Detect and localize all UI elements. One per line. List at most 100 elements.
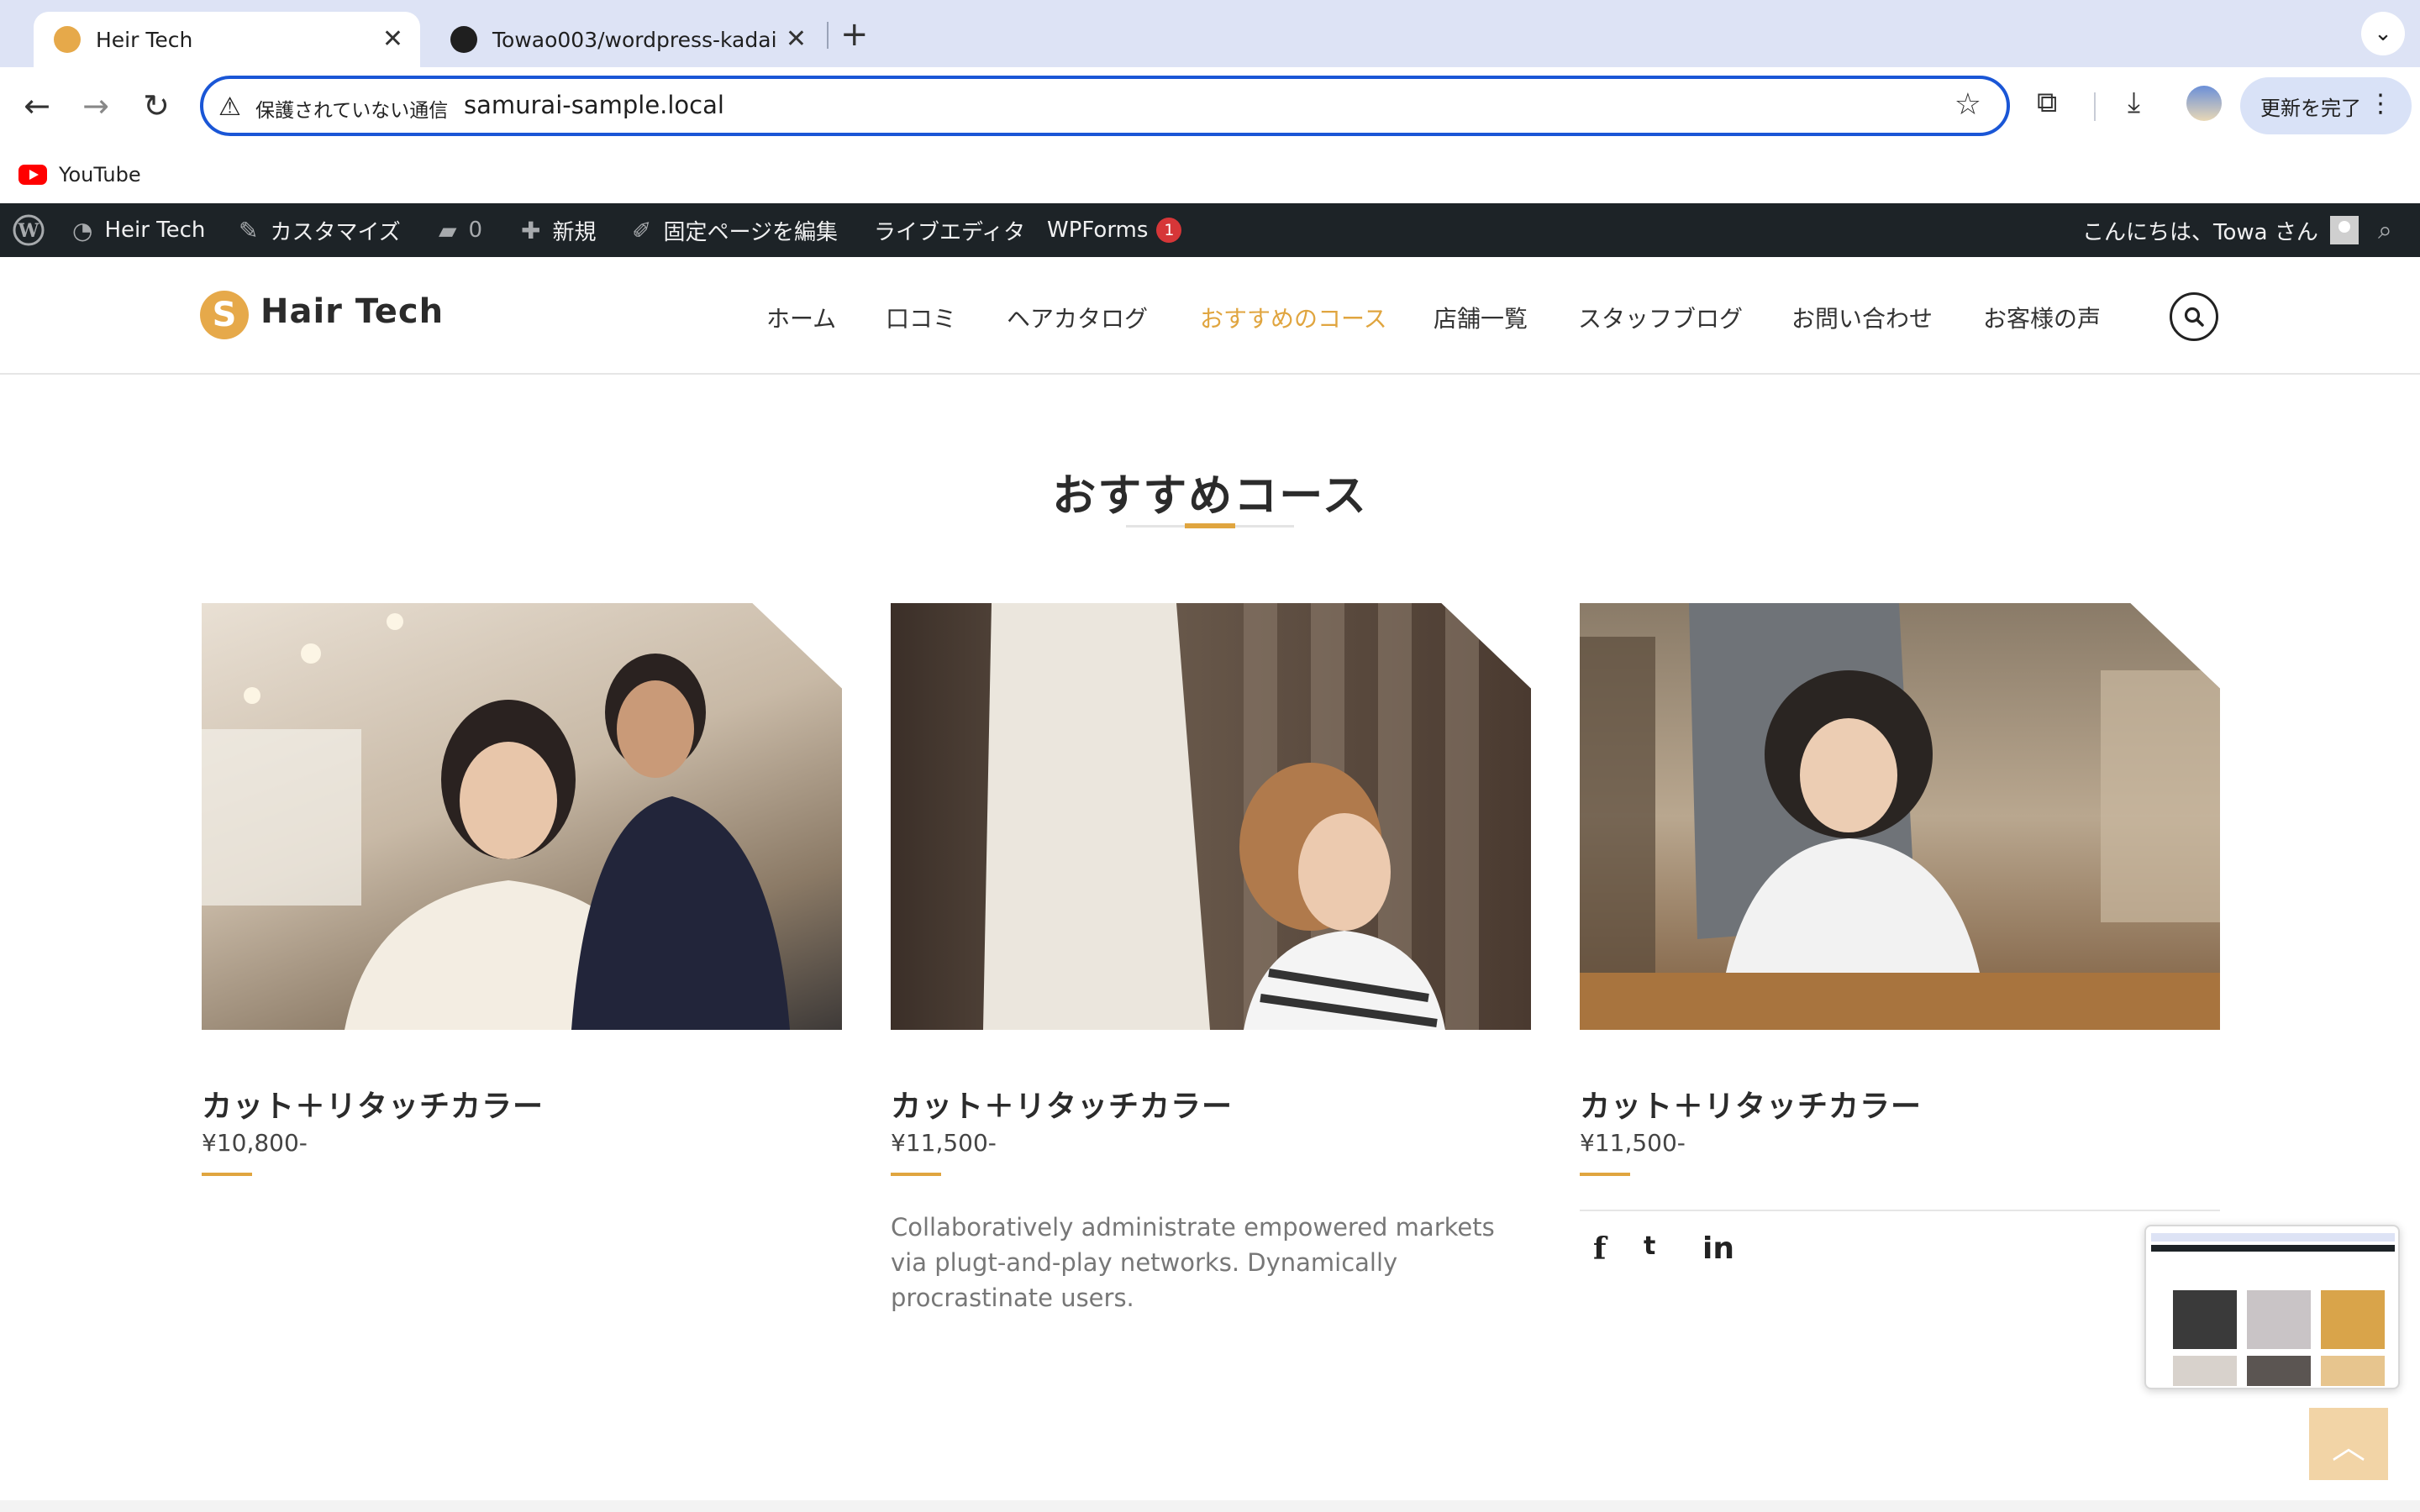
admin-search-icon[interactable]: ⌕ <box>2378 203 2392 257</box>
search-icon <box>2184 307 2204 327</box>
thumb-image <box>2247 1356 2311 1386</box>
site-search-button[interactable] <box>2170 292 2218 341</box>
course-title[interactable]: カット＋リタッチカラー <box>891 1082 1233 1126</box>
nav-customer-voice[interactable]: お客様の声 <box>1983 301 2101 334</box>
tab-search-chevron-icon[interactable]: ⌄ <box>2361 12 2405 55</box>
screenshot-thumbnail[interactable] <box>2144 1225 2400 1389</box>
nav-store-list[interactable]: 店舗一覧 <box>1434 301 1528 334</box>
update-button[interactable]: 更新を完了 ⋮ <box>2240 77 2412 134</box>
chevron-up-icon: ︿ <box>2332 1428 2365 1467</box>
salon-photo <box>1580 603 2220 1030</box>
thumb-tabbar <box>2151 1233 2395 1242</box>
close-tab-icon[interactable]: ✕ <box>786 27 807 52</box>
admin-live-editor[interactable]: ライブエディタ <box>874 203 1025 257</box>
admin-site-name[interactable]: ◔ Heir Tech <box>72 203 205 257</box>
profile-avatar[interactable] <box>2186 86 2222 121</box>
course-price: ¥11,500- <box>891 1129 997 1157</box>
reload-icon[interactable]: ↻ <box>134 84 178 128</box>
course-image[interactable] <box>891 603 1531 1030</box>
admin-live-editor-label: ライブエディタ <box>874 219 1026 245</box>
wp-admin-bar: W ◔ Heir Tech ✎ カスタマイズ ▰ 0 ✚ 新規 ✐ 固定ページを… <box>0 203 2420 257</box>
social-divider <box>1580 1210 2220 1211</box>
title-accent <box>1185 523 1235 528</box>
nav-staff-blog[interactable]: スタッフブログ <box>1578 301 1743 334</box>
svg-text:W: W <box>18 220 39 242</box>
thumb-image <box>2173 1356 2237 1386</box>
extensions-icon[interactable]: ⧉ <box>2037 86 2057 119</box>
new-tab-button[interactable]: + <box>840 15 869 54</box>
admin-account[interactable]: こんにちは、Towa さん <box>2082 203 2359 257</box>
pencil-icon: ✐ <box>632 216 652 244</box>
page-title: おすすめコース <box>1052 471 1368 522</box>
course-title[interactable]: カット＋リタッチカラー <box>202 1082 544 1126</box>
nav-contact[interactable]: お問い合わせ <box>1791 301 1933 334</box>
toolbar-separator <box>2094 92 2096 121</box>
tab-github[interactable]: Towao003/wordpress-kadai ✕ <box>430 12 823 67</box>
site-header: S Hair Tech ホーム 口コミ ヘアカタログ おすすめのコース 店舗一覧… <box>0 257 2420 375</box>
course-accent <box>202 1173 252 1176</box>
back-arrow-icon[interactable]: ← <box>15 84 59 128</box>
thumb-adminbar <box>2151 1245 2395 1252</box>
admin-new-label: 新規 <box>552 219 597 245</box>
bookmark-star-icon[interactable]: ☆ <box>1954 87 1981 122</box>
bookmark-label: YouTube <box>59 163 141 186</box>
nav-recommended-courses[interactable]: おすすめのコース <box>1200 301 1387 334</box>
tab-title: Heir Tech <box>96 27 193 52</box>
course-image[interactable] <box>202 603 842 1030</box>
course-image[interactable] <box>1580 603 2220 1030</box>
github-favicon-icon <box>450 26 477 53</box>
download-icon[interactable]: ⤓ <box>2128 86 2140 119</box>
admin-greeting: こんにちは、Towa さん <box>2082 219 2318 245</box>
admin-wpforms[interactable]: WPForms 1 <box>1047 203 1182 257</box>
dashboard-icon: ◔ <box>72 216 93 244</box>
admin-comments-count: 0 <box>468 218 483 243</box>
salon-photo <box>983 603 1479 1030</box>
kebab-menu-icon[interactable]: ⋮ <box>2368 89 2393 118</box>
warning-icon[interactable]: ⚠ <box>218 92 241 122</box>
admin-comments[interactable]: ▰ 0 <box>439 203 482 257</box>
twitter-icon[interactable]: t <box>1644 1231 1655 1261</box>
thumb-image <box>2321 1290 2385 1349</box>
bookmark-youtube[interactable]: YouTube <box>18 163 141 186</box>
nav-home[interactable]: ホーム <box>766 301 836 334</box>
admin-edit-page[interactable]: ✐ 固定ページを編集 <box>632 203 838 257</box>
footer-strip <box>0 1500 2420 1512</box>
notification-badge: 1 <box>1156 218 1182 243</box>
nav-reviews[interactable]: 口コミ <box>886 301 956 334</box>
wordpress-logo-icon[interactable]: W <box>12 203 45 257</box>
admin-edit-page-label: 固定ページを編集 <box>663 219 838 245</box>
nav-hair-catalog[interactable]: ヘアカタログ <box>1007 301 1148 334</box>
tab-separator <box>827 22 829 49</box>
facebook-icon[interactable]: f <box>1593 1231 1607 1267</box>
admin-new[interactable]: ✚ 新規 <box>521 203 596 257</box>
linkedin-icon[interactable]: in <box>1702 1231 1734 1266</box>
course-accent <box>891 1173 941 1176</box>
course-price: ¥10,800- <box>202 1129 308 1157</box>
admin-customize[interactable]: ✎ カスタマイズ <box>239 203 401 257</box>
admin-customize-label: カスタマイズ <box>270 219 401 245</box>
back-to-top-button[interactable]: ︿ <box>2309 1408 2388 1480</box>
course-accent <box>1580 1173 1630 1176</box>
security-indicator[interactable]: 保護されていない通信 <box>255 94 448 123</box>
update-button-label: 更新を完了 <box>2260 96 2361 120</box>
admin-site-name-label: Heir Tech <box>104 218 206 243</box>
close-tab-icon[interactable]: ✕ <box>382 27 403 52</box>
forward-arrow-icon[interactable]: → <box>74 84 118 128</box>
admin-wpforms-label: WPForms <box>1047 218 1149 243</box>
url-text[interactable]: samurai-sample.local <box>464 91 724 119</box>
course-title[interactable]: カット＋リタッチカラー <box>1580 1082 1922 1126</box>
plus-icon: ✚ <box>521 216 541 244</box>
site-logo-icon[interactable]: S <box>200 291 249 339</box>
bookmarks-bar: YouTube <box>0 146 2420 203</box>
thumb-image <box>2247 1290 2311 1349</box>
tab-heir-tech[interactable]: Heir Tech ✕ <box>34 12 420 67</box>
tab-title: Towao003/wordpress-kadai <box>492 27 777 52</box>
site-logo-text[interactable]: Hair Tech <box>260 292 444 331</box>
youtube-icon <box>18 165 47 185</box>
salon-photo <box>202 613 790 1030</box>
thumb-image <box>2173 1290 2237 1349</box>
address-bar[interactable]: ⚠ 保護されていない通信 samurai-sample.local ☆ <box>200 76 2010 136</box>
brush-icon: ✎ <box>239 216 259 244</box>
browser-tab-bar: Heir Tech ✕ Towao003/wordpress-kadai ✕ +… <box>0 0 2420 67</box>
user-avatar <box>2329 216 2359 244</box>
